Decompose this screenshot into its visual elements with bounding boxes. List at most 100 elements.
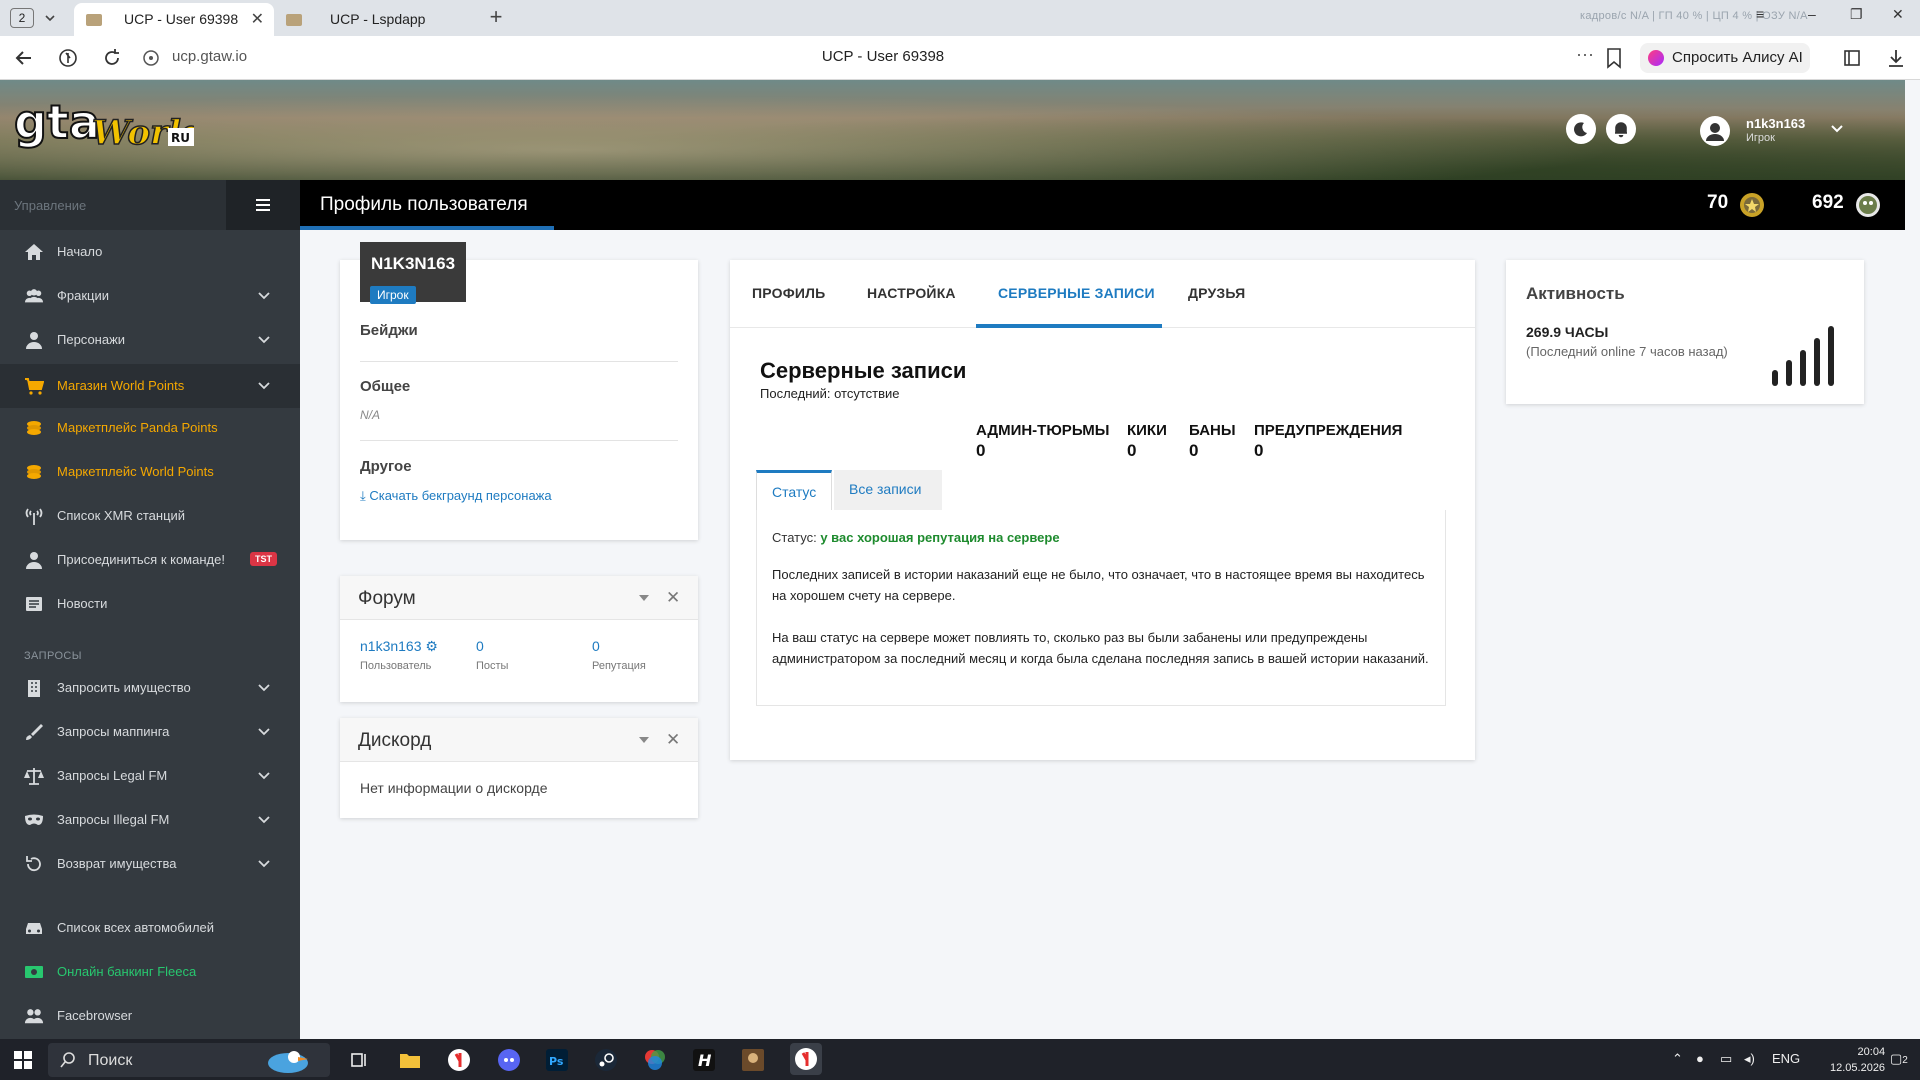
- money-icon: [25, 966, 43, 978]
- sidebar-item-illegal-fm[interactable]: Запросы Illegal FM: [0, 800, 300, 840]
- tab-count-button[interactable]: 2: [10, 8, 34, 28]
- sidebar-item-wp-marketplace[interactable]: Маркетплейс World Points: [0, 452, 300, 492]
- user-icon: [26, 332, 42, 349]
- sidebar-item-label: Маркетплейс Panda Points: [57, 420, 218, 435]
- close-icon[interactable]: ✕: [666, 730, 680, 750]
- game-app-icon[interactable]: [741, 1048, 765, 1072]
- task-view-icon[interactable]: [348, 1048, 372, 1072]
- stat-warnings: ПРЕДУПРЕЖДЕНИЯ 0: [1254, 422, 1402, 461]
- sidebar-item-join-team[interactable]: Присоединиться к команде! TST: [0, 540, 300, 580]
- download-icon[interactable]: [1884, 46, 1908, 70]
- collections-icon[interactable]: [1840, 46, 1864, 70]
- forum-card: Форум ✕ n1k3n163 ⚙ Пользователь 0 Посты …: [340, 576, 698, 702]
- sidebar-item-xmr-stations[interactable]: Список XMR станций: [0, 496, 300, 536]
- divider: [360, 361, 678, 362]
- sidebar-item-property-return[interactable]: Возврат имущества: [0, 844, 300, 884]
- forum-card-header: Форум ✕: [340, 576, 698, 620]
- gtaw-logo[interactable]: gta World RU: [14, 90, 194, 164]
- forum-username: n1k3n163: [360, 638, 422, 654]
- notifications-button[interactable]: [1606, 114, 1636, 144]
- tab-settings[interactable]: НАСТРОЙКА: [867, 285, 956, 301]
- sidebar-header: Управление: [0, 180, 300, 230]
- discord-info-text: Нет информации о дискорде: [360, 780, 548, 796]
- dark-mode-toggle[interactable]: [1566, 114, 1596, 144]
- collapse-icon[interactable]: [638, 594, 650, 602]
- windows-start-icon[interactable]: [14, 1051, 32, 1069]
- sidebar-item-home[interactable]: Начало: [0, 232, 300, 272]
- tab-profile[interactable]: ПРОФИЛЬ: [752, 285, 825, 301]
- sidebar-group-label: ЗАПРОСЫ: [24, 650, 82, 662]
- yandex-browser-active-icon[interactable]: [790, 1043, 822, 1075]
- sidebar-item-panda-marketplace[interactable]: Маркетплейс Panda Points: [0, 408, 300, 448]
- sidebar-item-characters[interactable]: Персонажи: [0, 320, 300, 360]
- stat-bans: БАНЫ 0: [1189, 422, 1236, 461]
- notification-center-icon[interactable]: ▢2: [1890, 1051, 1908, 1067]
- home-icon: [25, 244, 43, 260]
- sidebar-item-legal-fm[interactable]: Запросы Legal FM: [0, 756, 300, 796]
- discord-icon[interactable]: [497, 1048, 521, 1072]
- file-explorer-icon[interactable]: [398, 1048, 422, 1072]
- bookmark-icon[interactable]: [1604, 47, 1624, 69]
- photoshop-icon[interactable]: Ps: [545, 1048, 569, 1072]
- world-points-icon: [1856, 193, 1880, 217]
- yandex-browser-icon[interactable]: [447, 1048, 471, 1072]
- system-clock[interactable]: 20:04 12.05.2026: [1830, 1044, 1885, 1076]
- language-indicator[interactable]: ENG: [1772, 1051, 1800, 1066]
- tab-server-records[interactable]: СЕРВЕРНЫЕ ЗАПИСИ: [998, 285, 1155, 301]
- download-background-link[interactable]: ⤓ Скачать бекграунд персонажа: [360, 488, 552, 504]
- restore-icon[interactable]: ❐: [1850, 6, 1863, 23]
- stat-admin-jails: АДМИН-ТЮРЬМЫ 0: [976, 422, 1109, 461]
- collapse-icon[interactable]: [638, 736, 650, 744]
- nickname-box: N1K3N163 Игрок: [360, 242, 466, 304]
- sidebar-item-world-points-shop[interactable]: Магазин World Points: [0, 364, 300, 408]
- tray-expand-icon[interactable]: ⌃: [1672, 1051, 1683, 1067]
- sidebar-item-label: Запросы маппинга: [57, 724, 170, 739]
- sidebar-item-request-property[interactable]: Запросить имущество: [0, 668, 300, 708]
- sidebar: Управление Начало Фракции Персонажи Мага…: [0, 180, 300, 1039]
- volume-icon[interactable]: ◂): [1744, 1051, 1755, 1067]
- taskbar-search[interactable]: Поиск: [48, 1043, 330, 1077]
- user-menu[interactable]: n1k3n163 Игрок: [1700, 110, 1880, 154]
- chevron-down-icon: [258, 772, 270, 780]
- forum-username-link[interactable]: n1k3n163 ⚙: [360, 638, 438, 655]
- close-tab-icon[interactable]: ✕: [251, 3, 264, 36]
- profile-card: N1K3N163 Игрок Бейджи Общее N/A Другое ⤓…: [340, 242, 698, 540]
- sidebar-item-fleeca-banking[interactable]: Онлайн банкинг Fleeca: [0, 952, 300, 992]
- tab-favicon-icon: [286, 14, 302, 26]
- more-icon[interactable]: ···: [1576, 44, 1594, 65]
- sidebar-toggle-button[interactable]: [226, 180, 300, 230]
- tst-badge: TST: [250, 552, 277, 566]
- sidebar-item-mapping-requests[interactable]: Запросы маппинга: [0, 712, 300, 752]
- color-app-icon[interactable]: [643, 1048, 667, 1072]
- steam-icon[interactable]: [594, 1048, 618, 1072]
- page-title: Профиль пользователя: [320, 194, 528, 215]
- profile-nickname: N1K3N163: [370, 254, 456, 273]
- stat-label: АДМИН-ТЮРЬМЫ: [976, 422, 1110, 439]
- browser-tab-active[interactable]: UCP - User 69398 ✕: [74, 3, 274, 36]
- tab-all-records[interactable]: Все записи: [834, 470, 942, 510]
- sidebar-item-facebrowser[interactable]: Facebrowser: [0, 996, 300, 1036]
- minimize-icon[interactable]: –: [1808, 6, 1816, 22]
- activity-hours: 269.9 ЧАСЫ: [1526, 324, 1609, 340]
- chevron-down-icon[interactable]: [44, 9, 56, 27]
- new-tab-button[interactable]: +: [484, 6, 508, 30]
- tab-friends[interactable]: ДРУЗЬЯ: [1188, 285, 1245, 301]
- close-window-icon[interactable]: ✕: [1892, 6, 1904, 23]
- menu-icon[interactable]: ≡: [1756, 6, 1764, 22]
- h-app-icon[interactable]: H: [692, 1048, 716, 1072]
- network-icon[interactable]: ▭: [1720, 1051, 1732, 1067]
- microphone-icon[interactable]: ●: [1696, 1051, 1704, 1066]
- status-value: у вас хорошая репутация на сервере: [820, 530, 1060, 545]
- signal-bars-icon: [1772, 326, 1834, 386]
- sidebar-item-factions[interactable]: Фракции: [0, 276, 300, 316]
- status-paragraph-1: Последних записей в истории наказаний ещ…: [772, 567, 1425, 603]
- sidebar-item-all-vehicles[interactable]: Список всех автомобилей: [0, 908, 300, 948]
- other-heading: Другое: [360, 458, 412, 475]
- close-icon[interactable]: ✕: [666, 588, 680, 608]
- browser-tab[interactable]: UCP - Lspdapp: [280, 3, 480, 36]
- ask-alice-button[interactable]: Спросить Алису AI: [1640, 43, 1810, 73]
- users-icon: [24, 1009, 44, 1024]
- tab-status[interactable]: Статус: [756, 470, 832, 510]
- coins-icon: [27, 465, 41, 479]
- sidebar-item-news[interactable]: Новости: [0, 584, 300, 624]
